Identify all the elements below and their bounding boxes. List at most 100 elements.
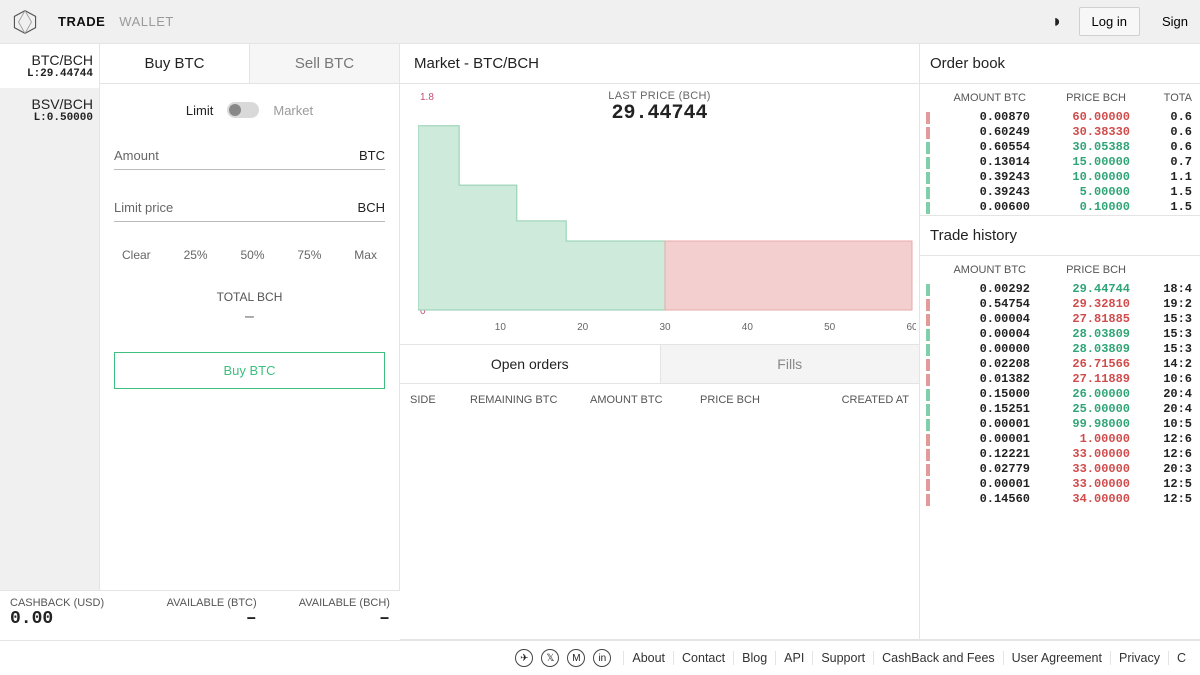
table-row[interactable]: 0.0029229.4474418:4 [926,282,1194,297]
balance-strip: CASHBACK (USD) 0.00 AVAILABLE (BTC) – AV… [0,590,400,640]
cell-extra: 14:2 [1130,357,1194,372]
avail-btc-label: AVAILABLE (BTC) [143,597,256,609]
buy-tab[interactable]: Buy BTC [100,44,249,83]
cell-amount: 0.02779 [934,462,1030,477]
signup-button[interactable]: Sign [1150,8,1188,35]
table-row[interactable]: 0.0277933.0000020:3 [926,462,1194,477]
price-field[interactable]: Limit price BCH [114,196,385,222]
open-orders-tab[interactable]: Open orders [400,345,660,383]
table-row[interactable]: 0.1301415.000000.7 [926,155,1194,170]
table-row[interactable]: 0.6055430.053880.6 [926,140,1194,155]
cell-amount: 0.14560 [934,492,1030,507]
cell-price: 60.00000 [1030,110,1130,125]
medium-icon[interactable]: M [567,649,585,667]
table-row[interactable]: 0.000011.0000012:6 [926,432,1194,447]
table-row[interactable]: 0.1500026.0000020:4 [926,387,1194,402]
table-row[interactable]: 0.392435.000001.5 [926,185,1194,200]
market-label: Market [273,103,313,118]
side-tick-icon [926,464,930,476]
table-row[interactable]: 0.0138227.1188910:6 [926,372,1194,387]
table-row[interactable]: 0.0000028.0380915:3 [926,342,1194,357]
table-row[interactable]: 0.0220826.7156614:2 [926,357,1194,372]
cell-extra: 1.1 [1130,170,1194,185]
twitter-icon[interactable]: 𝕏 [541,649,559,667]
pair-symbol: BSV/BCH [6,96,93,112]
pct-25[interactable]: 25% [184,248,208,262]
sell-tab[interactable]: Sell BTC [249,44,399,83]
submit-buy-button[interactable]: Buy BTC [114,352,385,389]
footer-link[interactable]: C [1168,651,1194,665]
cell-price: 33.00000 [1030,447,1130,462]
cell-price: 33.00000 [1030,477,1130,492]
footer-link[interactable]: Contact [673,651,733,665]
linkedin-icon[interactable]: in [593,649,611,667]
cell-extra: 15:3 [1130,312,1194,327]
footer-link[interactable]: Support [812,651,873,665]
footer-link[interactable]: Blog [733,651,775,665]
history-cols: AMOUNT BTC PRICE BCH [920,256,1200,282]
pct-max[interactable]: Max [354,248,377,262]
pair-item[interactable]: BTC/BCH L:29.44744 [0,44,99,88]
table-row[interactable]: 0.0000428.0380915:3 [926,327,1194,342]
table-row[interactable]: 0.006000.100001.5 [926,200,1194,215]
cell-extra: 12:5 [1130,492,1194,507]
svg-text:10: 10 [495,322,507,333]
side-tick-icon [926,359,930,371]
table-row[interactable]: 0.1525125.0000020:4 [926,402,1194,417]
cell-amount: 0.00001 [934,477,1030,492]
logo-icon[interactable] [12,9,38,35]
footer-link[interactable]: User Agreement [1003,651,1110,665]
pct-clear[interactable]: Clear [122,248,151,262]
footer-link[interactable]: Privacy [1110,651,1168,665]
nav-trade[interactable]: TRADE [58,14,105,29]
table-row[interactable]: 0.3924310.000001.1 [926,170,1194,185]
depth-chart[interactable]: LAST PRICE (BCH) 29.44744 00.61.21.81020… [400,84,919,344]
orderbook-cols: AMOUNT BTC PRICE BCH TOTA [920,84,1200,110]
table-row[interactable]: 0.0000427.8188515:3 [926,312,1194,327]
cell-amount: 0.60554 [934,140,1030,155]
amount-field[interactable]: Amount BTC [114,144,385,170]
cell-price: 34.00000 [1030,492,1130,507]
side-tick-icon [926,284,930,296]
fills-tab[interactable]: Fills [660,345,920,383]
table-row[interactable]: 0.6024930.383300.6 [926,125,1194,140]
cell-amount: 0.15000 [934,387,1030,402]
cell-extra: 0.6 [1130,125,1194,140]
pct-50[interactable]: 50% [240,248,264,262]
cell-price: 30.05388 [1030,140,1130,155]
footer-link[interactable]: CashBack and Fees [873,651,1003,665]
side-tick-icon [926,314,930,326]
table-row[interactable]: 0.0000199.9800010:5 [926,417,1194,432]
cell-price: 27.81885 [1030,312,1130,327]
login-button[interactable]: Log in [1079,7,1140,36]
topbar: TRADE WALLET ◗ Log in Sign [0,0,1200,44]
side-tick-icon [926,329,930,341]
limit-market-toggle[interactable] [227,102,259,118]
side-tick-icon [926,344,930,356]
cell-amount: 0.39243 [934,185,1030,200]
pct-75[interactable]: 75% [297,248,321,262]
footer-link[interactable]: About [623,651,673,665]
side-tick-icon [926,404,930,416]
cell-extra: 19:2 [1130,297,1194,312]
center-panel: Market - BTC/BCH LAST PRICE (BCH) 29.447… [400,44,920,639]
telegram-icon[interactable]: ✈ [515,649,533,667]
nav-wallet[interactable]: WALLET [119,14,174,29]
table-row[interactable]: 0.1222133.0000012:6 [926,447,1194,462]
pair-item[interactable]: BSV/BCH L:0.50000 [0,88,99,132]
cell-price: 10.00000 [1030,170,1130,185]
cell-extra: 0.6 [1130,110,1194,125]
svg-text:30: 30 [659,322,671,333]
theme-toggle-icon[interactable]: ◗ [1046,11,1069,32]
col-price: PRICE BCH [700,394,800,406]
table-row[interactable]: 0.0000133.0000012:5 [926,477,1194,492]
side-tick-icon [926,479,930,491]
history-title: Trade history [920,216,1200,256]
cell-price: 5.00000 [1030,185,1130,200]
table-row[interactable]: 0.0087060.000000.6 [926,110,1194,125]
cell-price: 0.10000 [1030,200,1130,215]
table-row[interactable]: 0.5475429.3281019:2 [926,297,1194,312]
footer-link[interactable]: API [775,651,812,665]
table-row[interactable]: 0.1456034.0000012:5 [926,492,1194,507]
orders-columns: SIDE REMAINING BTC AMOUNT BTC PRICE BCH … [400,384,919,416]
